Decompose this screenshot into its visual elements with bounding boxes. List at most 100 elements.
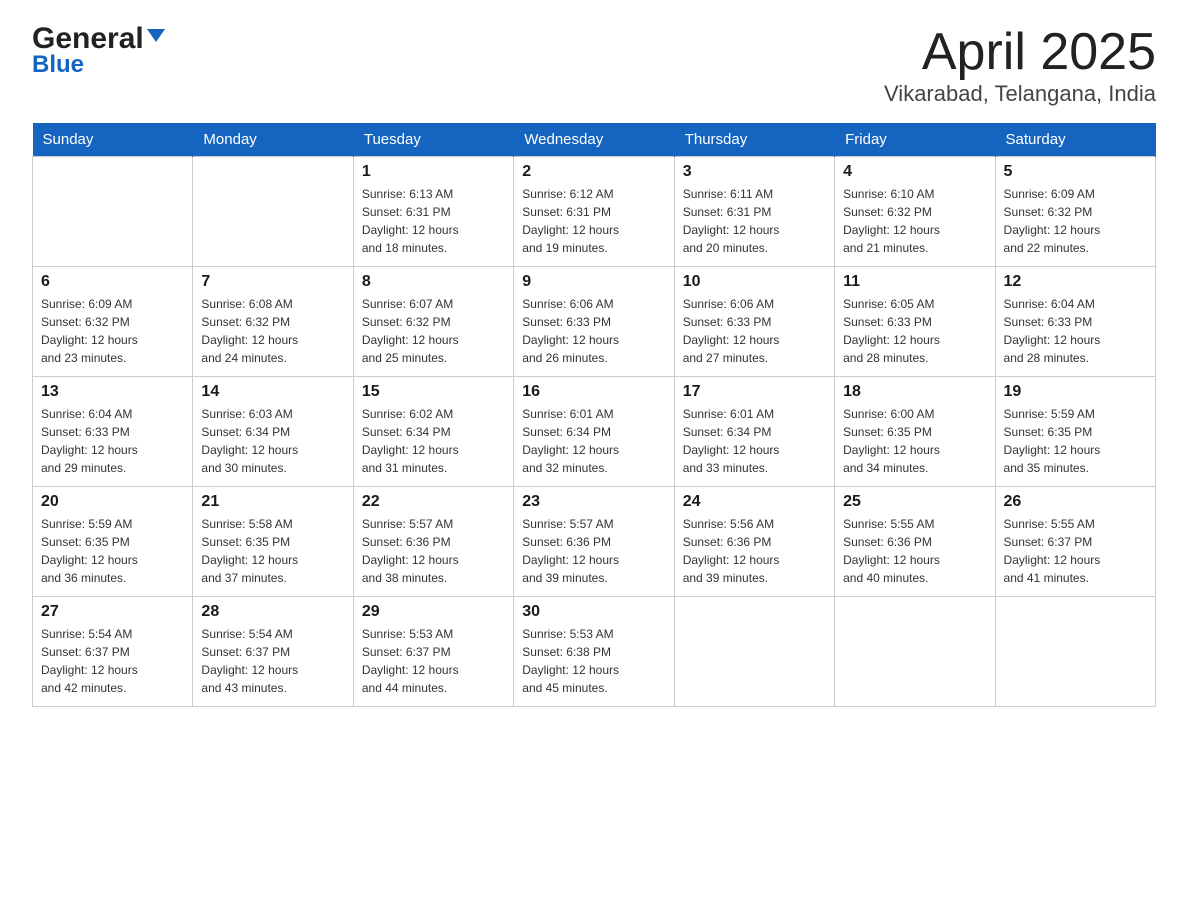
- day-cell: 4 Sunrise: 6:10 AM Sunset: 6:32 PM Daylig…: [835, 157, 995, 267]
- day-number: 15: [362, 383, 505, 401]
- day-info: Sunrise: 5:56 AM Sunset: 6:36 PM Dayligh…: [683, 515, 826, 587]
- day-cell: 22 Sunrise: 5:57 AM Sunset: 6:36 PM Dayli…: [353, 487, 513, 597]
- day-info: Sunrise: 6:04 AM Sunset: 6:33 PM Dayligh…: [41, 405, 184, 477]
- day-info: Sunrise: 6:13 AM Sunset: 6:31 PM Dayligh…: [362, 185, 505, 257]
- page-header: General Blue April 2025 Vikarabad, Telan…: [32, 24, 1156, 107]
- day-number: 20: [41, 493, 184, 511]
- day-cell: 10 Sunrise: 6:06 AM Sunset: 6:33 PM Dayli…: [674, 267, 834, 377]
- day-cell: 15 Sunrise: 6:02 AM Sunset: 6:34 PM Dayli…: [353, 377, 513, 487]
- day-number: 25: [843, 493, 986, 511]
- day-number: 2: [522, 163, 665, 181]
- day-cell: 18 Sunrise: 6:00 AM Sunset: 6:35 PM Dayli…: [835, 377, 995, 487]
- day-info: Sunrise: 5:54 AM Sunset: 6:37 PM Dayligh…: [41, 625, 184, 697]
- logo: General Blue: [32, 24, 165, 78]
- day-cell: 29 Sunrise: 5:53 AM Sunset: 6:37 PM Dayli…: [353, 597, 513, 707]
- day-info: Sunrise: 6:11 AM Sunset: 6:31 PM Dayligh…: [683, 185, 826, 257]
- header-tuesday: Tuesday: [353, 123, 513, 157]
- day-cell: 23Sunrise: 5:57 AM Sunset: 6:36 PM Dayli…: [514, 487, 674, 597]
- day-cell: [33, 157, 193, 267]
- day-number: 8: [362, 273, 505, 291]
- week-row-4: 20 Sunrise: 5:59 AM Sunset: 6:35 PM Dayli…: [33, 487, 1156, 597]
- day-cell: 20 Sunrise: 5:59 AM Sunset: 6:35 PM Dayli…: [33, 487, 193, 597]
- header-thursday: Thursday: [674, 123, 834, 157]
- day-cell: 16 Sunrise: 6:01 AM Sunset: 6:34 PM Dayli…: [514, 377, 674, 487]
- day-number: 22: [362, 493, 505, 511]
- day-number: 5: [1004, 163, 1147, 181]
- page-subtitle: Vikarabad, Telangana, India: [884, 81, 1156, 107]
- day-info: Sunrise: 6:02 AM Sunset: 6:34 PM Dayligh…: [362, 405, 505, 477]
- day-number: 6: [41, 273, 184, 291]
- day-number: 18: [843, 383, 986, 401]
- day-cell: 8Sunrise: 6:07 AM Sunset: 6:32 PM Daylig…: [353, 267, 513, 377]
- day-info: Sunrise: 6:09 AM Sunset: 6:32 PM Dayligh…: [1004, 185, 1147, 257]
- day-number: 27: [41, 603, 184, 621]
- day-number: 28: [201, 603, 344, 621]
- day-info: Sunrise: 6:12 AM Sunset: 6:31 PM Dayligh…: [522, 185, 665, 257]
- day-cell: 13 Sunrise: 6:04 AM Sunset: 6:33 PM Dayli…: [33, 377, 193, 487]
- day-number: 7: [201, 273, 344, 291]
- header-monday: Monday: [193, 123, 353, 157]
- day-number: 13: [41, 383, 184, 401]
- day-cell: 14Sunrise: 6:03 AM Sunset: 6:34 PM Dayli…: [193, 377, 353, 487]
- day-info: Sunrise: 5:58 AM Sunset: 6:35 PM Dayligh…: [201, 515, 344, 587]
- logo-blue: Blue: [32, 51, 84, 78]
- header-friday: Friday: [835, 123, 995, 157]
- day-number: 29: [362, 603, 505, 621]
- calendar-header-row: SundayMondayTuesdayWednesdayThursdayFrid…: [33, 123, 1156, 157]
- day-info: Sunrise: 6:06 AM Sunset: 6:33 PM Dayligh…: [683, 295, 826, 367]
- day-cell: 1 Sunrise: 6:13 AM Sunset: 6:31 PM Daylig…: [353, 157, 513, 267]
- day-info: Sunrise: 6:00 AM Sunset: 6:35 PM Dayligh…: [843, 405, 986, 477]
- day-number: 26: [1004, 493, 1147, 511]
- day-info: Sunrise: 6:04 AM Sunset: 6:33 PM Dayligh…: [1004, 295, 1147, 367]
- day-number: 17: [683, 383, 826, 401]
- week-row-1: 1 Sunrise: 6:13 AM Sunset: 6:31 PM Daylig…: [33, 157, 1156, 267]
- day-cell: 7 Sunrise: 6:08 AM Sunset: 6:32 PM Daylig…: [193, 267, 353, 377]
- day-info: Sunrise: 6:10 AM Sunset: 6:32 PM Dayligh…: [843, 185, 986, 257]
- week-row-3: 13 Sunrise: 6:04 AM Sunset: 6:33 PM Dayli…: [33, 377, 1156, 487]
- day-cell: 30Sunrise: 5:53 AM Sunset: 6:38 PM Dayli…: [514, 597, 674, 707]
- day-number: 19: [1004, 383, 1147, 401]
- day-cell: 25 Sunrise: 5:55 AM Sunset: 6:36 PM Dayli…: [835, 487, 995, 597]
- header-saturday: Saturday: [995, 123, 1155, 157]
- day-info: Sunrise: 6:01 AM Sunset: 6:34 PM Dayligh…: [522, 405, 665, 477]
- day-number: 21: [201, 493, 344, 511]
- day-info: Sunrise: 6:01 AM Sunset: 6:34 PM Dayligh…: [683, 405, 826, 477]
- day-info: Sunrise: 6:05 AM Sunset: 6:33 PM Dayligh…: [843, 295, 986, 367]
- day-number: 16: [522, 383, 665, 401]
- day-cell: [835, 597, 995, 707]
- title-block: April 2025 Vikarabad, Telangana, India: [884, 24, 1156, 107]
- week-row-5: 27 Sunrise: 5:54 AM Sunset: 6:37 PM Dayli…: [33, 597, 1156, 707]
- day-cell: [995, 597, 1155, 707]
- day-cell: 28 Sunrise: 5:54 AM Sunset: 6:37 PM Dayli…: [193, 597, 353, 707]
- logo-arrow-icon: [147, 29, 165, 42]
- day-info: Sunrise: 6:09 AM Sunset: 6:32 PM Dayligh…: [41, 295, 184, 367]
- day-info: Sunrise: 5:59 AM Sunset: 6:35 PM Dayligh…: [41, 515, 184, 587]
- day-number: 23: [522, 493, 665, 511]
- day-number: 1: [362, 163, 505, 181]
- day-cell: 26 Sunrise: 5:55 AM Sunset: 6:37 PM Dayli…: [995, 487, 1155, 597]
- day-number: 9: [522, 273, 665, 291]
- day-info: Sunrise: 5:53 AM Sunset: 6:38 PM Dayligh…: [522, 625, 665, 697]
- page-title: April 2025: [884, 24, 1156, 81]
- day-number: 3: [683, 163, 826, 181]
- day-cell: 9 Sunrise: 6:06 AM Sunset: 6:33 PM Daylig…: [514, 267, 674, 377]
- day-info: Sunrise: 6:08 AM Sunset: 6:32 PM Dayligh…: [201, 295, 344, 367]
- day-info: Sunrise: 5:54 AM Sunset: 6:37 PM Dayligh…: [201, 625, 344, 697]
- day-number: 24: [683, 493, 826, 511]
- day-info: Sunrise: 5:55 AM Sunset: 6:37 PM Dayligh…: [1004, 515, 1147, 587]
- day-info: Sunrise: 5:55 AM Sunset: 6:36 PM Dayligh…: [843, 515, 986, 587]
- header-wednesday: Wednesday: [514, 123, 674, 157]
- week-row-2: 6 Sunrise: 6:09 AM Sunset: 6:32 PM Daylig…: [33, 267, 1156, 377]
- day-info: Sunrise: 5:53 AM Sunset: 6:37 PM Dayligh…: [362, 625, 505, 697]
- day-cell: 12Sunrise: 6:04 AM Sunset: 6:33 PM Dayli…: [995, 267, 1155, 377]
- day-cell: 21 Sunrise: 5:58 AM Sunset: 6:35 PM Dayli…: [193, 487, 353, 597]
- day-info: Sunrise: 5:59 AM Sunset: 6:35 PM Dayligh…: [1004, 405, 1147, 477]
- day-info: Sunrise: 6:06 AM Sunset: 6:33 PM Dayligh…: [522, 295, 665, 367]
- day-cell: 27 Sunrise: 5:54 AM Sunset: 6:37 PM Dayli…: [33, 597, 193, 707]
- day-info: Sunrise: 5:57 AM Sunset: 6:36 PM Dayligh…: [362, 515, 505, 587]
- day-number: 4: [843, 163, 986, 181]
- day-cell: [193, 157, 353, 267]
- day-number: 10: [683, 273, 826, 291]
- day-cell: [674, 597, 834, 707]
- day-cell: 3 Sunrise: 6:11 AM Sunset: 6:31 PM Daylig…: [674, 157, 834, 267]
